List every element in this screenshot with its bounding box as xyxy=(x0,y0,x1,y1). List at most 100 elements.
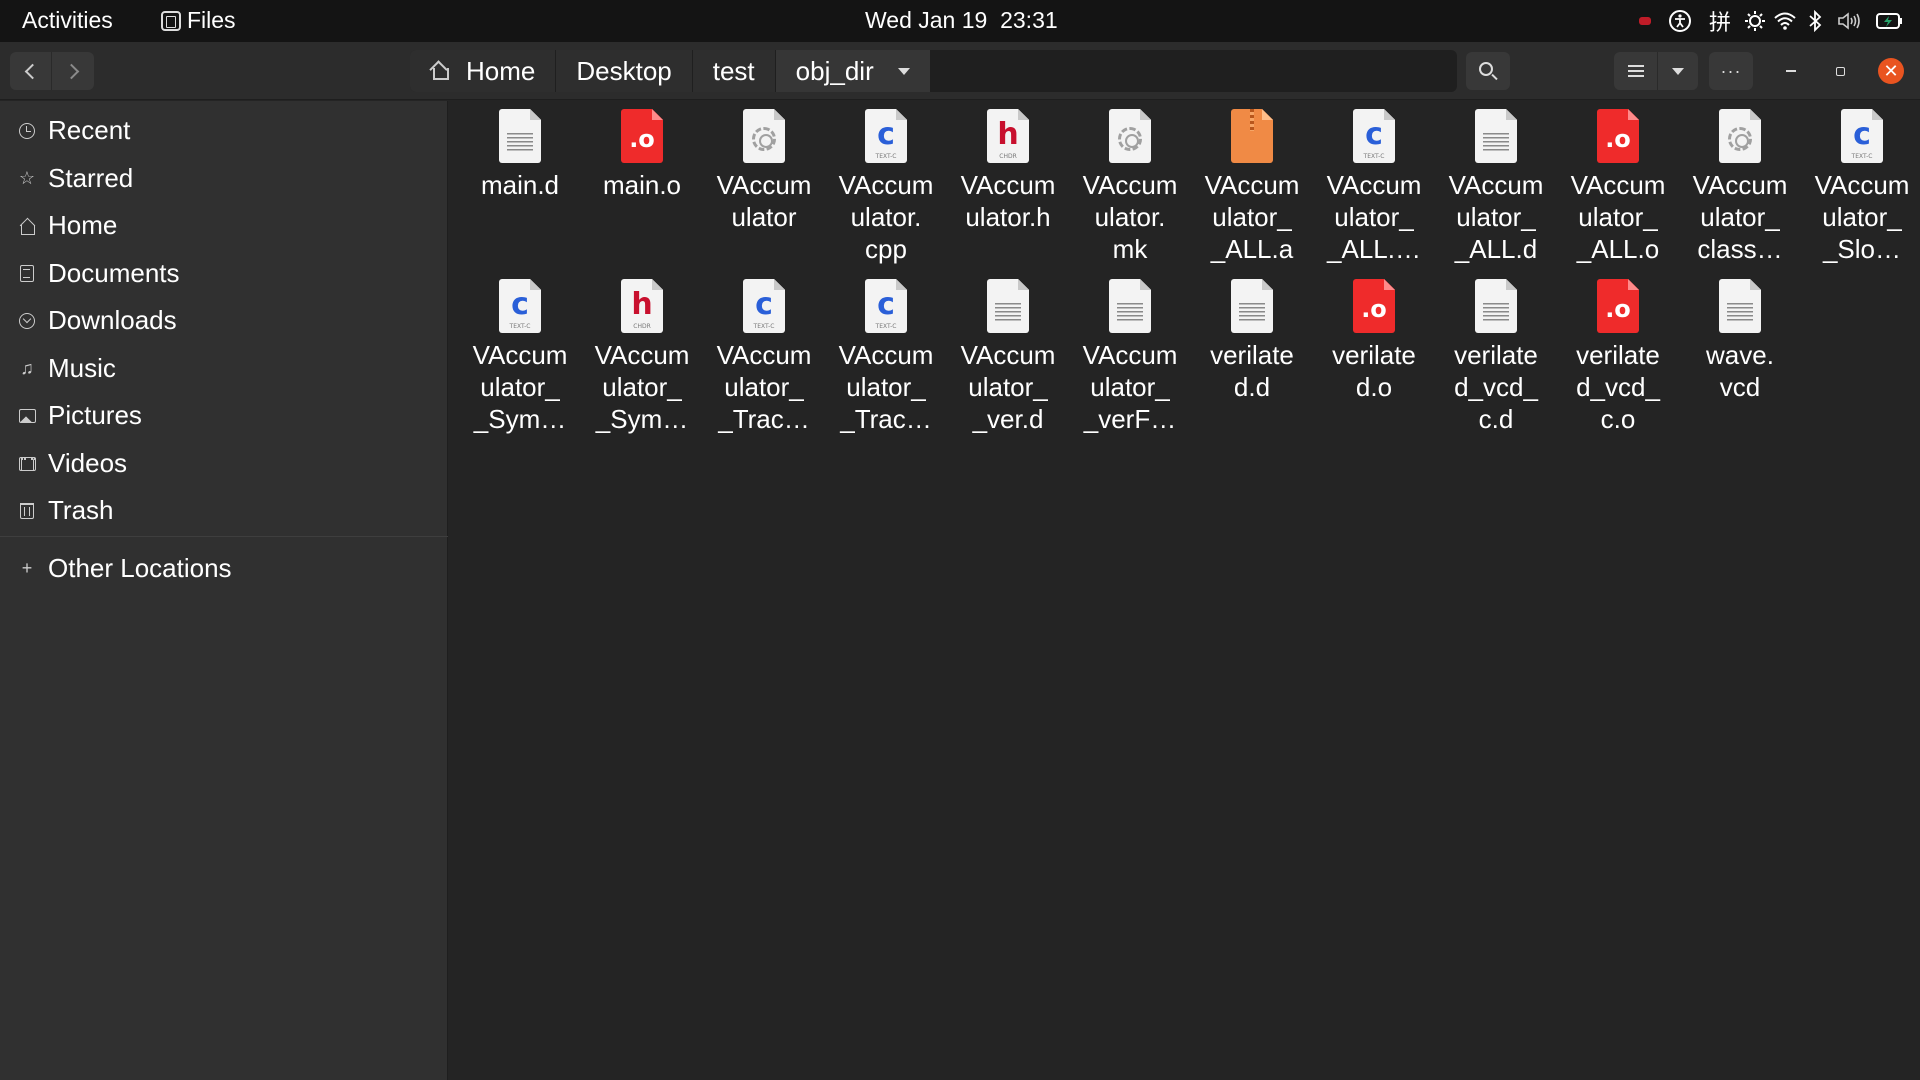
sidebar-item-pictures[interactable]: Pictures xyxy=(0,392,448,439)
file-item[interactable]: VAccum ulator_ _verF… xyxy=(1069,275,1191,440)
file-item[interactable]: c TEXT-C VAccum ulator_ _Slo… xyxy=(1801,105,1920,270)
file-name: main.d xyxy=(480,170,560,200)
c-source-file-icon: c TEXT-C xyxy=(497,279,543,335)
forward-button[interactable] xyxy=(52,52,94,90)
file-name: wave. vcd xyxy=(1706,340,1774,402)
path-bar: Home Desktop test obj_dir xyxy=(410,50,1457,92)
clock[interactable]: Wed Jan 19 23:31 xyxy=(865,7,1058,34)
executable-file-icon xyxy=(1717,109,1763,165)
file-name: VAccum ulator_ _Sym… xyxy=(472,340,568,434)
c-source-file-icon: c TEXT-C xyxy=(863,279,909,335)
sidebar-item-label: Starred xyxy=(48,163,134,193)
file-item[interactable]: verilate d_vcd_ c.d xyxy=(1435,275,1557,440)
restore-button[interactable] xyxy=(1827,58,1853,84)
file-item[interactable]: .o verilate d_vcd_ c.o xyxy=(1557,275,1679,440)
bluetooth-icon[interactable] xyxy=(1800,0,1830,42)
file-item[interactable]: c TEXT-C VAccum ulator_ _Trac… xyxy=(703,275,825,440)
chevron-down-icon xyxy=(897,67,910,75)
chevron-left-icon xyxy=(24,63,41,79)
wifi-icon[interactable] xyxy=(1770,0,1800,42)
file-item[interactable]: VAccum ulator. mk xyxy=(1069,105,1191,270)
file-item[interactable]: VAccum ulator_ _ver.d xyxy=(947,275,1069,440)
file-item[interactable]: h CHDR VAccum ulator.h xyxy=(947,105,1069,270)
breadcrumb-obj-dir[interactable]: obj_dir xyxy=(775,50,931,92)
minimize-icon xyxy=(1786,70,1796,72)
file-item[interactable]: wave. vcd xyxy=(1679,275,1801,440)
volume-icon[interactable] xyxy=(1830,0,1870,42)
c-source-file-icon: c TEXT-C xyxy=(741,279,787,335)
sidebar-item-downloads[interactable]: Downloads xyxy=(0,297,448,344)
executable-file-icon xyxy=(741,109,787,165)
home-icon xyxy=(17,216,37,236)
file-name: VAccum ulator_ _ALL.o xyxy=(1570,170,1666,264)
brightness-icon[interactable] xyxy=(1740,0,1770,42)
file-item[interactable]: h CHDR VAccum ulator_ _Sym… xyxy=(581,275,703,440)
accessibility-icon[interactable] xyxy=(1660,0,1700,42)
text-file-icon xyxy=(1107,279,1153,335)
file-item[interactable]: verilate d.d xyxy=(1191,275,1313,440)
sidebar-item-videos[interactable]: Videos xyxy=(0,440,448,487)
plus-icon: + xyxy=(21,558,33,578)
close-button[interactable]: ✕ xyxy=(1878,58,1904,84)
file-name: VAccum ulator_ _Slo… xyxy=(1814,170,1910,264)
file-name: VAccum ulator_ _ALL.d xyxy=(1448,170,1544,264)
file-name: VAccum ulator. mk xyxy=(1082,170,1178,264)
breadcrumb-desktop[interactable]: Desktop xyxy=(556,50,693,92)
minimize-button[interactable] xyxy=(1778,58,1804,84)
breadcrumb-test[interactable]: test xyxy=(692,50,776,92)
sidebar-item-label: Home xyxy=(48,210,118,240)
sidebar-item-other-locations[interactable]: + Other Locations xyxy=(0,545,448,592)
recording-indicator-icon[interactable] xyxy=(1630,0,1660,42)
files-app-icon xyxy=(161,10,181,31)
list-view-button[interactable] xyxy=(1614,52,1658,90)
activities-button[interactable]: Activities xyxy=(22,7,113,34)
c-source-file-icon: c TEXT-C xyxy=(863,109,909,165)
sidebar: Recent ☆ Starred Home Documents Download… xyxy=(0,101,448,1080)
sidebar-item-documents[interactable]: Documents xyxy=(0,250,448,297)
file-item[interactable]: c TEXT-C VAccum ulator_ _ALL.… xyxy=(1313,105,1435,270)
archive-file-icon xyxy=(1229,109,1275,165)
text-file-icon xyxy=(497,109,543,165)
file-name: VAccum ulator. cpp xyxy=(838,170,934,264)
file-item[interactable]: c TEXT-C VAccum ulator_ _Sym… xyxy=(459,275,581,440)
breadcrumb-label: Desktop xyxy=(576,55,672,86)
system-tray[interactable]: 拼 xyxy=(1630,0,1910,42)
sidebar-item-music[interactable]: ♫ Music xyxy=(0,345,448,392)
search-button[interactable] xyxy=(1466,52,1510,90)
text-file-icon xyxy=(1717,279,1763,335)
back-button[interactable] xyxy=(10,52,52,90)
main-menu-button[interactable]: ··· xyxy=(1709,52,1753,90)
file-name: VAccum ulator xyxy=(716,170,812,232)
file-item[interactable]: c TEXT-C VAccum ulator. cpp xyxy=(825,105,947,270)
file-item[interactable]: VAccum ulator_ _ALL.a xyxy=(1191,105,1313,270)
battery-icon[interactable] xyxy=(1870,0,1910,42)
file-item[interactable]: VAccum ulator xyxy=(703,105,825,270)
sidebar-item-trash[interactable]: Trash xyxy=(0,487,448,534)
file-item[interactable]: .o main.o xyxy=(581,105,703,270)
file-name: VAccum ulator_ _Trac… xyxy=(838,340,934,434)
view-dropdown-button[interactable] xyxy=(1658,52,1698,90)
file-item[interactable]: VAccum ulator_ _ALL.d xyxy=(1435,105,1557,270)
sidebar-item-home[interactable]: Home xyxy=(0,202,448,249)
input-method-icon[interactable]: 拼 xyxy=(1700,0,1740,42)
text-file-icon xyxy=(1473,279,1519,335)
breadcrumb-label: obj_dir xyxy=(795,55,874,86)
file-item[interactable]: c TEXT-C VAccum ulator_ _Trac… xyxy=(825,275,947,440)
chevron-right-icon xyxy=(63,63,79,79)
sidebar-item-starred[interactable]: ☆ Starred xyxy=(0,155,448,202)
header-bar: Home Desktop test obj_dir ··· ✕ xyxy=(0,42,1920,100)
sidebar-item-recent[interactable]: Recent xyxy=(0,107,448,154)
file-item[interactable]: .o verilate d.o xyxy=(1313,275,1435,440)
file-item[interactable]: VAccum ulator_ class… xyxy=(1679,105,1801,270)
text-file-icon xyxy=(1229,279,1275,335)
breadcrumb-home[interactable]: Home xyxy=(410,50,557,92)
sidebar-item-label: Recent xyxy=(48,115,131,145)
app-menu[interactable]: Files xyxy=(161,7,236,34)
file-item[interactable]: main.d xyxy=(459,105,581,270)
object-file-icon: .o xyxy=(1595,279,1641,335)
music-icon: ♫ xyxy=(20,358,34,378)
close-icon: ✕ xyxy=(1883,61,1899,81)
file-item[interactable]: .o VAccum ulator_ _ALL.o xyxy=(1557,105,1679,270)
file-name: verilate d_vcd_ c.o xyxy=(1576,340,1660,434)
top-bar: Activities Files Wed Jan 19 23:31 拼 xyxy=(0,0,1920,42)
